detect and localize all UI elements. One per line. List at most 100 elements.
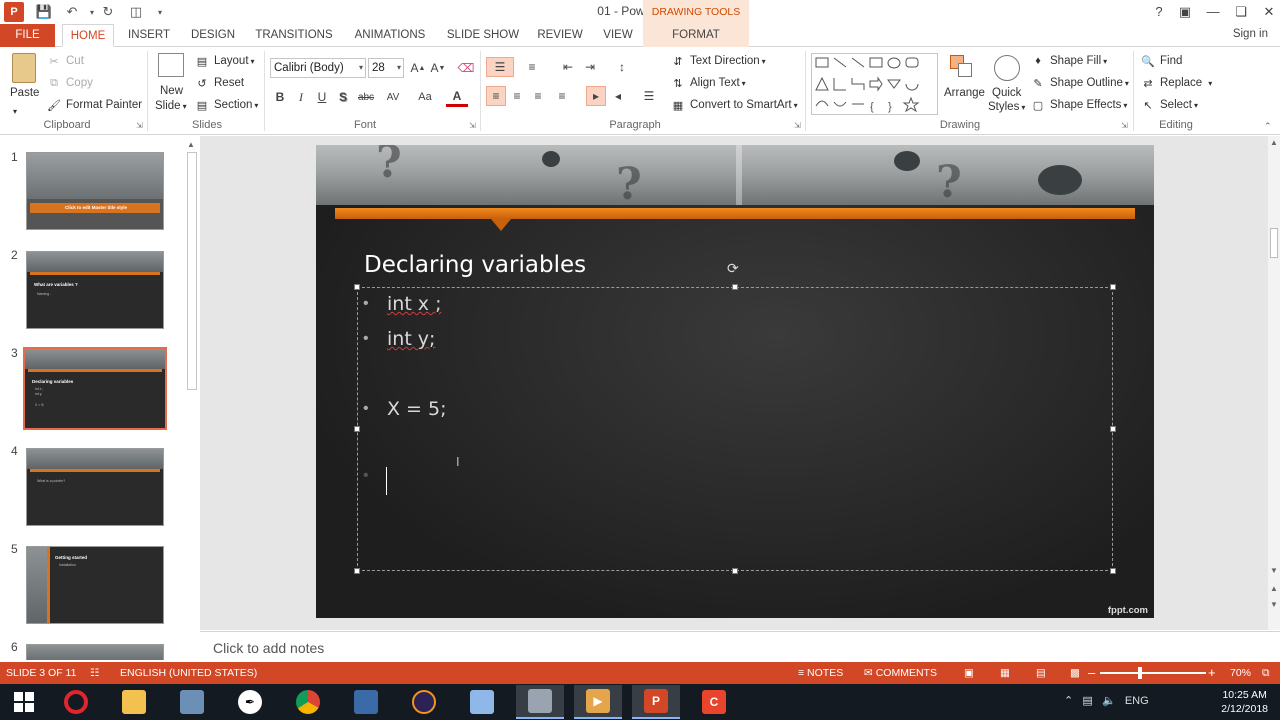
resize-handle[interactable]: [354, 568, 360, 574]
rotate-handle-icon[interactable]: ⟳: [727, 260, 739, 277]
slide-thumbnail[interactable]: What is a pointer?: [26, 448, 164, 526]
minimize-icon[interactable]: —: [1200, 2, 1226, 22]
notes-button[interactable]: ≡ NOTES: [798, 667, 843, 679]
bullet-item[interactable]: • int x ;: [363, 293, 442, 315]
paragraph-launcher-icon[interactable]: ⇲: [794, 121, 801, 130]
resize-handle[interactable]: [1110, 284, 1116, 290]
slide-sorter-icon[interactable]: ▦: [1000, 667, 1010, 679]
tab-animations[interactable]: ANIMATIONS: [348, 24, 432, 47]
slide-thumbnail[interactable]: [26, 644, 164, 660]
slide-scrollbar[interactable]: ▲ ▼ ▲ ▼: [1268, 136, 1280, 630]
increase-indent-icon[interactable]: ⇥: [580, 57, 600, 77]
restore-icon[interactable]: ❏: [1228, 2, 1254, 22]
start-button[interactable]: [0, 685, 48, 719]
tab-insert[interactable]: INSERT: [122, 24, 176, 47]
tab-file[interactable]: FILE: [0, 24, 55, 47]
network-icon[interactable]: ▤: [1082, 695, 1092, 707]
scroll-up-icon[interactable]: ▲: [1270, 138, 1278, 147]
underline-button[interactable]: U: [312, 87, 332, 107]
arrange-button[interactable]: [948, 53, 974, 79]
slide[interactable]: ? ? ? Declaring variables ⟳ • int x ; • …: [316, 145, 1154, 618]
line-spacing-icon[interactable]: ↕: [608, 57, 636, 77]
decrease-indent-icon[interactable]: ⇤: [558, 57, 578, 77]
zoom-in-icon[interactable]: +: [1208, 665, 1216, 680]
camtasia-app[interactable]: C: [690, 685, 738, 719]
font-launcher-icon[interactable]: ⇲: [469, 121, 476, 130]
slide-thumbnail-selected[interactable]: Declaring variables int x ; int y; X = 5…: [23, 347, 167, 430]
file-explorer-app[interactable]: [110, 685, 158, 719]
quick-styles-label-2[interactable]: Styles ▾: [988, 101, 1025, 113]
align-text-button[interactable]: ⇅ Align Text ▾: [670, 75, 745, 91]
tab-view[interactable]: VIEW: [596, 24, 640, 47]
new-slide-label-2[interactable]: Slide ▾: [155, 100, 187, 112]
decrease-font-icon[interactable]: A ▼: [428, 58, 448, 78]
normal-view-icon[interactable]: ▣: [964, 667, 974, 679]
previous-slide-icon[interactable]: ▲: [1270, 584, 1278, 593]
quick-styles-label-1[interactable]: Quick: [992, 87, 1021, 99]
arrange-label[interactable]: Arrange: [944, 87, 985, 99]
media-app[interactable]: ▶: [574, 685, 622, 719]
char-spacing-button[interactable]: AV: [380, 87, 406, 107]
zoom-level[interactable]: 70%: [1230, 667, 1251, 679]
increase-font-icon[interactable]: A ▲: [408, 58, 428, 78]
resize-handle[interactable]: [354, 284, 360, 290]
resize-handle[interactable]: [1110, 426, 1116, 432]
shape-effects-button[interactable]: ▢ Shape Effects ▾: [1030, 97, 1128, 113]
paste-label[interactable]: Paste: [10, 87, 39, 99]
collapse-ribbon-icon[interactable]: ⌃: [1264, 121, 1272, 132]
scroll-down-icon[interactable]: ▼: [1270, 566, 1278, 575]
copy-button[interactable]: ⧉ Copy: [46, 75, 93, 91]
tab-design[interactable]: DESIGN: [186, 24, 240, 47]
font-color-button[interactable]: A: [446, 87, 468, 107]
slide-thumbnail[interactable]: Click to edit Master title style: [26, 152, 164, 230]
text-direction-button[interactable]: ⇵ Text Direction ▾: [670, 53, 765, 69]
select-button[interactable]: ↖ Select ▾: [1140, 97, 1198, 113]
system-tray[interactable]: ⌃ ▤ 🔈 ENG: [1064, 694, 1149, 707]
tab-home[interactable]: HOME: [62, 24, 114, 47]
ltr-icon[interactable]: ◂: [608, 86, 628, 106]
quick-styles-button[interactable]: [994, 55, 1020, 81]
section-button[interactable]: ▤ Section ▾: [194, 97, 259, 113]
font-size-combo[interactable]: 28 ▾: [368, 58, 404, 78]
fit-slide-icon[interactable]: ⧉: [1262, 667, 1270, 680]
clock[interactable]: 10:25 AM 2/12/2018: [1221, 688, 1268, 716]
bullet-item-empty[interactable]: •: [363, 467, 387, 485]
zoom-slider[interactable]: [1100, 672, 1206, 674]
slideshow-view-icon[interactable]: ▩: [1070, 667, 1080, 679]
format-painter-button[interactable]: 🖌 Format Painter: [46, 97, 142, 113]
ribbon-display-icon[interactable]: ▣: [1172, 2, 1198, 22]
rtl-icon[interactable]: ▸: [586, 86, 606, 106]
next-slide-icon[interactable]: ▼: [1270, 600, 1278, 609]
powerpoint-app[interactable]: P: [632, 685, 680, 719]
bullet-item[interactable]: • int y;: [363, 328, 435, 350]
slide-thumbnail[interactable]: What are variables ? Naming :: [26, 251, 164, 329]
shapes-gallery[interactable]: { }: [811, 53, 938, 115]
layout-button[interactable]: ▤ Layout ▾: [194, 53, 255, 69]
shadow-button[interactable]: S: [333, 87, 353, 107]
tab-review[interactable]: REVIEW: [534, 24, 586, 47]
tab-format[interactable]: FORMAT: [643, 24, 749, 47]
columns-icon[interactable]: ☰: [636, 86, 662, 106]
pen-app[interactable]: ✒: [226, 685, 274, 719]
font-name-combo[interactable]: Calibri (Body) ▾: [270, 58, 366, 78]
find-button[interactable]: 🔍 Find: [1140, 53, 1182, 69]
thumbnails-scrollbar[interactable]: ▲: [184, 138, 200, 660]
clear-formatting-icon[interactable]: ⌫: [456, 58, 476, 78]
cut-button[interactable]: ✂ Cut: [46, 53, 84, 69]
scrollbar-thumb[interactable]: [187, 152, 197, 390]
eclipse-app[interactable]: [400, 685, 448, 719]
virtualbox-app[interactable]: [342, 685, 390, 719]
volume-icon[interactable]: 🔈: [1102, 695, 1116, 707]
shape-outline-button[interactable]: ✎ Shape Outline ▾: [1030, 75, 1129, 91]
notes-placeholder[interactable]: Click to add notes: [213, 640, 324, 656]
tab-slide-show[interactable]: SLIDE SHOW: [444, 24, 522, 47]
tray-overflow-icon[interactable]: ⌃: [1064, 695, 1073, 707]
shape-fill-button[interactable]: ♦ Shape Fill ▾: [1030, 53, 1107, 69]
reading-view-icon[interactable]: ▤: [1036, 667, 1046, 679]
align-center-icon[interactable]: ≡: [507, 86, 527, 106]
notes-pane[interactable]: Click to add notes: [200, 631, 1280, 662]
close-icon[interactable]: ✕: [1256, 2, 1280, 22]
chrome-app[interactable]: [284, 685, 332, 719]
content-placeholder[interactable]: [354, 284, 1116, 574]
slide-title[interactable]: Declaring variables: [364, 252, 586, 278]
